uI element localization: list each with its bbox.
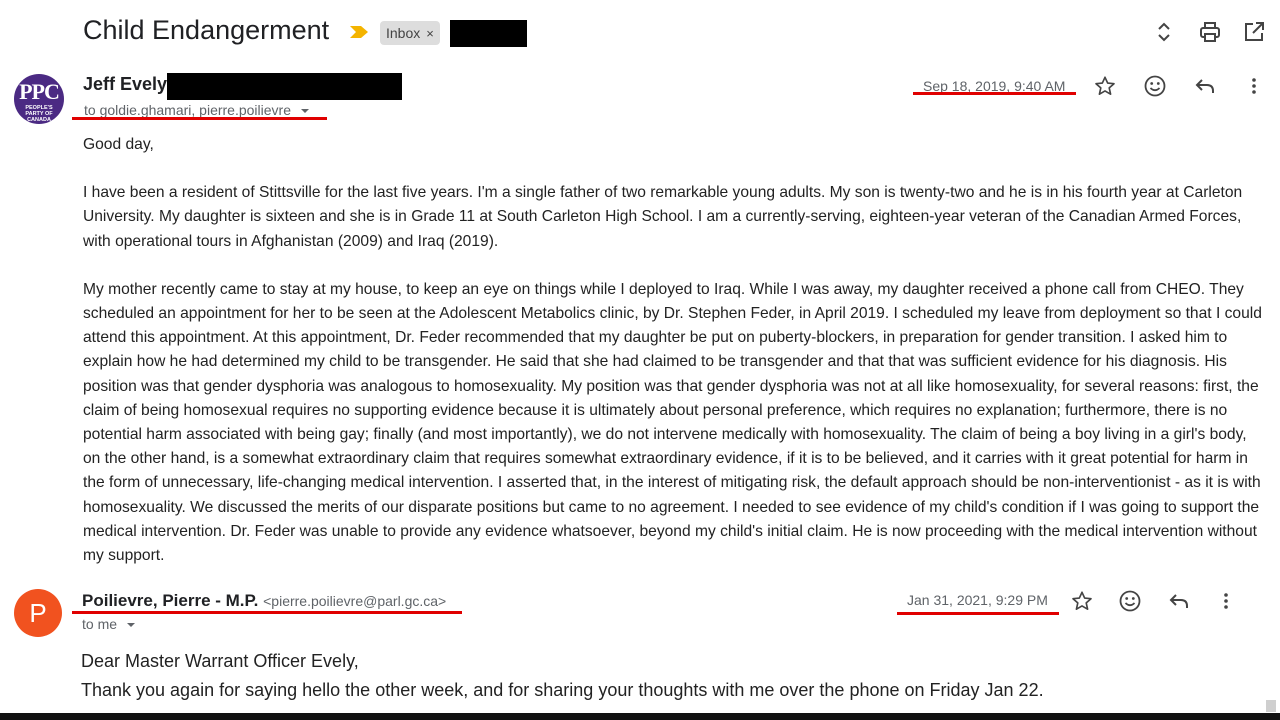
open-in-new-window-icon[interactable] xyxy=(1242,20,1266,44)
sender-avatar[interactable]: P xyxy=(14,589,62,637)
inbox-label-text: Inbox xyxy=(386,25,421,41)
reply-icon[interactable] xyxy=(1167,589,1191,613)
annotation-underline xyxy=(913,92,1076,95)
body-paragraph: I have been a resident of Stittsville fo… xyxy=(83,184,1243,250)
expand-collapse-icon[interactable] xyxy=(1152,20,1176,44)
sender-line[interactable]: Poilievre, Pierre - M.P. <pierre.poiliev… xyxy=(82,591,446,611)
message-date[interactable]: Jan 31, 2021, 9:29 PM xyxy=(907,592,1048,608)
star-icon[interactable] xyxy=(1093,74,1117,98)
sender-name[interactable]: Jeff Evely xyxy=(83,74,167,95)
body-paragraph: Good day, xyxy=(83,136,154,153)
importance-marker-icon[interactable] xyxy=(350,26,368,38)
more-vert-icon[interactable] xyxy=(1214,589,1238,613)
message-body: Good day, I have been a resident of Stit… xyxy=(83,133,1263,568)
body-paragraph: Thank you again for saying hello the oth… xyxy=(81,680,1044,700)
scrollbar-thumb[interactable] xyxy=(1266,700,1276,712)
annotation-underline xyxy=(897,612,1059,615)
body-paragraph: Dear Master Warrant Officer Evely, xyxy=(81,651,359,671)
emoji-reaction-icon[interactable] xyxy=(1118,589,1142,613)
star-icon[interactable] xyxy=(1070,589,1094,613)
inbox-label-chip[interactable]: Inbox × xyxy=(380,21,440,45)
sender-name: Poilievre, Pierre - M.P. xyxy=(82,591,259,610)
annotation-underline xyxy=(72,611,462,614)
emoji-reaction-icon[interactable] xyxy=(1143,74,1167,98)
sender-avatar[interactable]: PPC PEOPLE'S PARTY OF CANADA xyxy=(14,74,64,124)
recipients-line[interactable]: to goldie.ghamari, pierre.poilievre xyxy=(84,102,311,118)
bottom-edge-bar xyxy=(0,713,1280,720)
body-paragraph: My mother recently came to stay at my ho… xyxy=(83,280,1262,565)
sender-email: <pierre.poilievre@parl.gc.ca> xyxy=(263,593,447,609)
message-body: Dear Master Warrant Officer Evely, Thank… xyxy=(81,647,1261,705)
print-icon[interactable] xyxy=(1198,20,1222,44)
chevron-down-icon[interactable] xyxy=(125,620,137,630)
redaction-box xyxy=(167,73,402,100)
chevron-down-icon[interactable] xyxy=(299,106,311,116)
redaction-box xyxy=(450,20,527,47)
remove-label-icon[interactable]: × xyxy=(426,26,434,41)
avatar-logo-text: PPC xyxy=(19,79,60,104)
recipients-text: to goldie.ghamari, pierre.poilievre xyxy=(84,102,291,118)
more-vert-icon[interactable] xyxy=(1242,74,1266,98)
recipients-text: to me xyxy=(82,616,118,632)
avatar-logo-subtext: PEOPLE'S PARTY OF CANADA xyxy=(25,105,53,123)
thread-subject: Child Endangerment xyxy=(83,15,330,45)
recipients-line[interactable]: to me xyxy=(82,616,137,632)
annotation-underline xyxy=(72,117,327,120)
reply-icon[interactable] xyxy=(1193,74,1217,98)
